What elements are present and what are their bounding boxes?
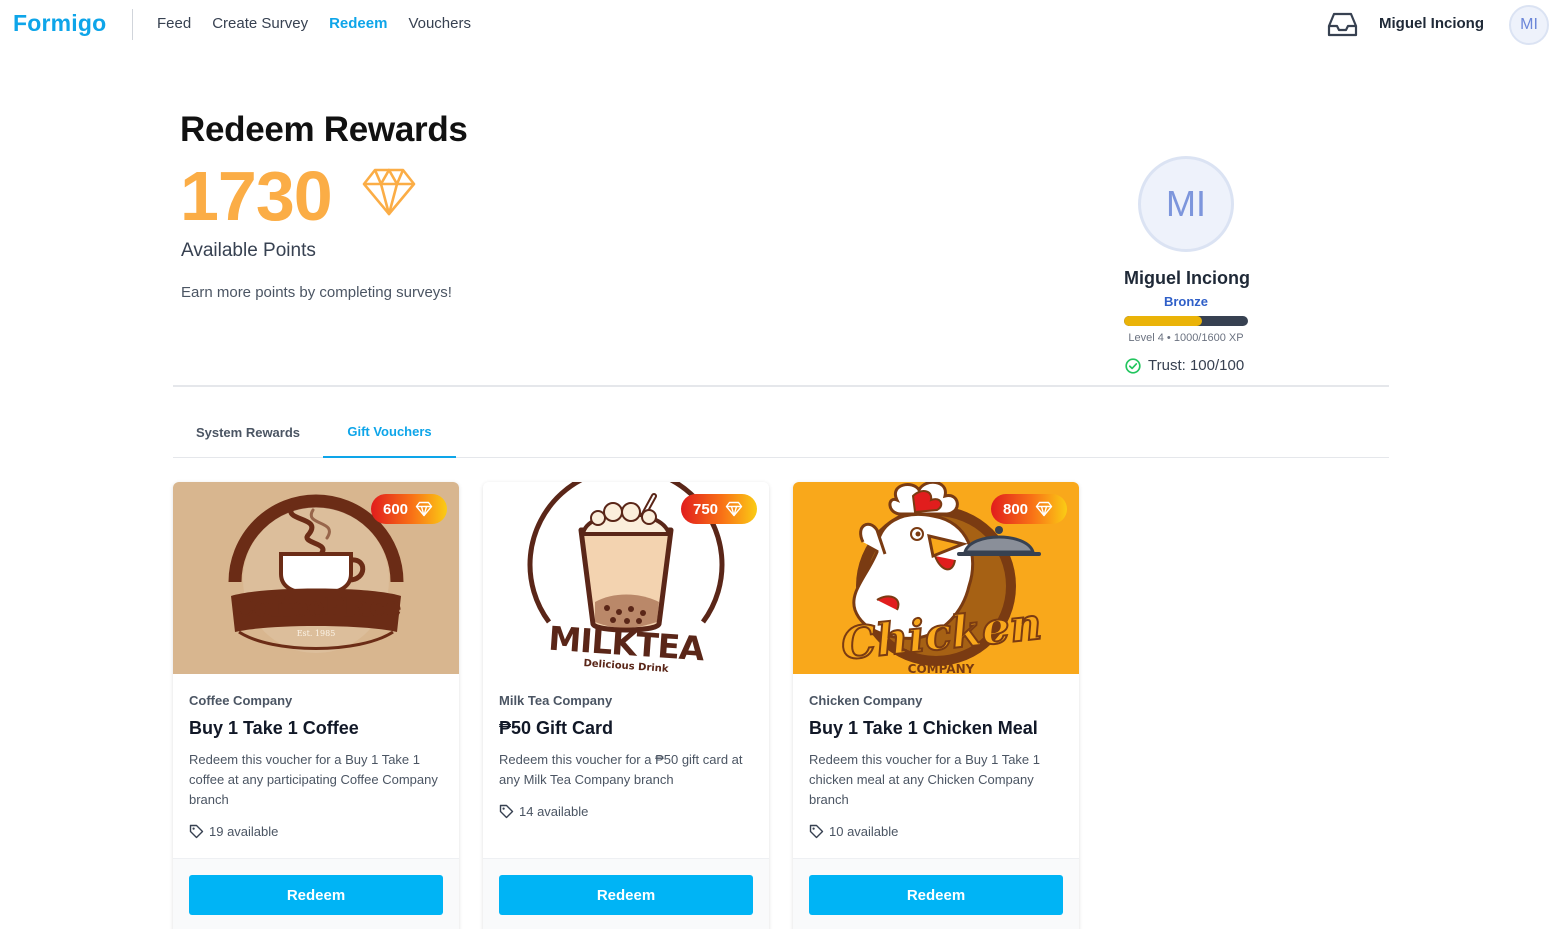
- redeem-button[interactable]: Redeem: [189, 875, 443, 915]
- diamond-icon: [361, 167, 417, 217]
- voucher-available-count: 14 available: [519, 804, 589, 819]
- trust-score: Trust: 100/100: [1125, 357, 1244, 374]
- xp-text: Level 4 • 1000/1600 XP: [1128, 332, 1244, 344]
- earn-points-hint: Earn more points by completing surveys!: [181, 284, 452, 301]
- section-divider: [173, 385, 1389, 387]
- xp-progress-bar: [1124, 316, 1248, 326]
- cost-badge: 600: [371, 494, 447, 524]
- cost-value: 600: [383, 500, 409, 518]
- nav-link-create-survey[interactable]: Create Survey: [212, 15, 308, 32]
- formigo-logo[interactable]: Formigo: [13, 10, 106, 37]
- nav-user-name[interactable]: Miguel Inciong: [1379, 15, 1484, 32]
- top-navbar: Formigo Feed Create Survey Redeem Vouche…: [0, 0, 1561, 50]
- redeem-button[interactable]: Redeem: [499, 875, 753, 915]
- available-points-value: 1730: [180, 157, 333, 235]
- voucher-description: Redeem this voucher for a Buy 1 Take 1 c…: [809, 752, 1040, 807]
- diamond-icon: [415, 501, 433, 517]
- page-title: Redeem Rewards: [180, 110, 468, 149]
- rewards-tabs: System Rewards Gift Vouchers: [173, 406, 1389, 458]
- voucher-availability: 19 available: [189, 824, 278, 839]
- voucher-available-count: 19 available: [209, 824, 279, 839]
- voucher-title: ₱50 Gift Card: [499, 718, 614, 738]
- tab-system-rewards[interactable]: System Rewards: [173, 406, 323, 458]
- nav-avatar[interactable]: MI: [1509, 5, 1549, 45]
- brand-subtext: COMPANY: [907, 662, 975, 674]
- brand-subtext: Est. 1985: [296, 629, 336, 638]
- voucher-available-count: 10 available: [829, 824, 899, 839]
- cost-value: 750: [693, 500, 719, 518]
- tag-icon: [499, 804, 514, 819]
- xp-progress-fill: [1124, 316, 1202, 326]
- nav-links: Feed Create Survey Redeem Vouchers: [157, 15, 492, 32]
- redeem-button[interactable]: Redeem: [809, 875, 1063, 915]
- voucher-description: Redeem this voucher for a Buy 1 Take 1 c…: [189, 752, 438, 807]
- voucher-card: Chicken COMPANY 800 Chicken Company Buy …: [793, 482, 1079, 929]
- profile-name: Miguel Inciong: [1124, 268, 1250, 288]
- nav-link-redeem[interactable]: Redeem: [329, 15, 387, 32]
- trust-text: Trust: 100/100: [1148, 357, 1245, 374]
- voucher-company: Coffee Company: [189, 693, 293, 708]
- voucher-title: Buy 1 Take 1 Coffee: [189, 718, 359, 738]
- voucher-company: Chicken Company: [809, 693, 923, 708]
- nav-link-feed[interactable]: Feed: [157, 15, 191, 32]
- inbox-icon[interactable]: [1327, 11, 1358, 38]
- tag-icon: [809, 824, 824, 839]
- cost-value: 800: [1003, 500, 1029, 518]
- check-circle-icon: [1125, 357, 1141, 374]
- voucher-description: Redeem this voucher for a ₱50 gift card …: [499, 752, 743, 787]
- voucher-availability: 10 available: [809, 824, 898, 839]
- nav-divider: [132, 9, 133, 40]
- tag-icon: [189, 824, 204, 839]
- nav-link-vouchers[interactable]: Vouchers: [408, 15, 471, 32]
- voucher-company: Milk Tea Company: [499, 693, 613, 708]
- available-points-label: Available Points: [181, 240, 316, 261]
- brand-text: CoffeePlace: [233, 592, 402, 623]
- profile-rank: Bronze: [1163, 294, 1209, 309]
- tab-gift-vouchers[interactable]: Gift Vouchers: [323, 406, 456, 458]
- cost-badge: 750: [681, 494, 757, 524]
- diamond-icon: [725, 501, 743, 517]
- diamond-icon: [1035, 501, 1053, 517]
- profile-avatar: MI: [1138, 156, 1234, 252]
- cost-badge: 800: [991, 494, 1067, 524]
- voucher-title: Buy 1 Take 1 Chicken Meal: [809, 718, 1038, 738]
- voucher-card: CoffeePlace Est. 1985 600 Coffee Company…: [173, 482, 459, 929]
- voucher-card: MILKTEA Delicious Drink 750 Milk Tea Com…: [483, 482, 769, 929]
- voucher-availability: 14 available: [499, 804, 588, 819]
